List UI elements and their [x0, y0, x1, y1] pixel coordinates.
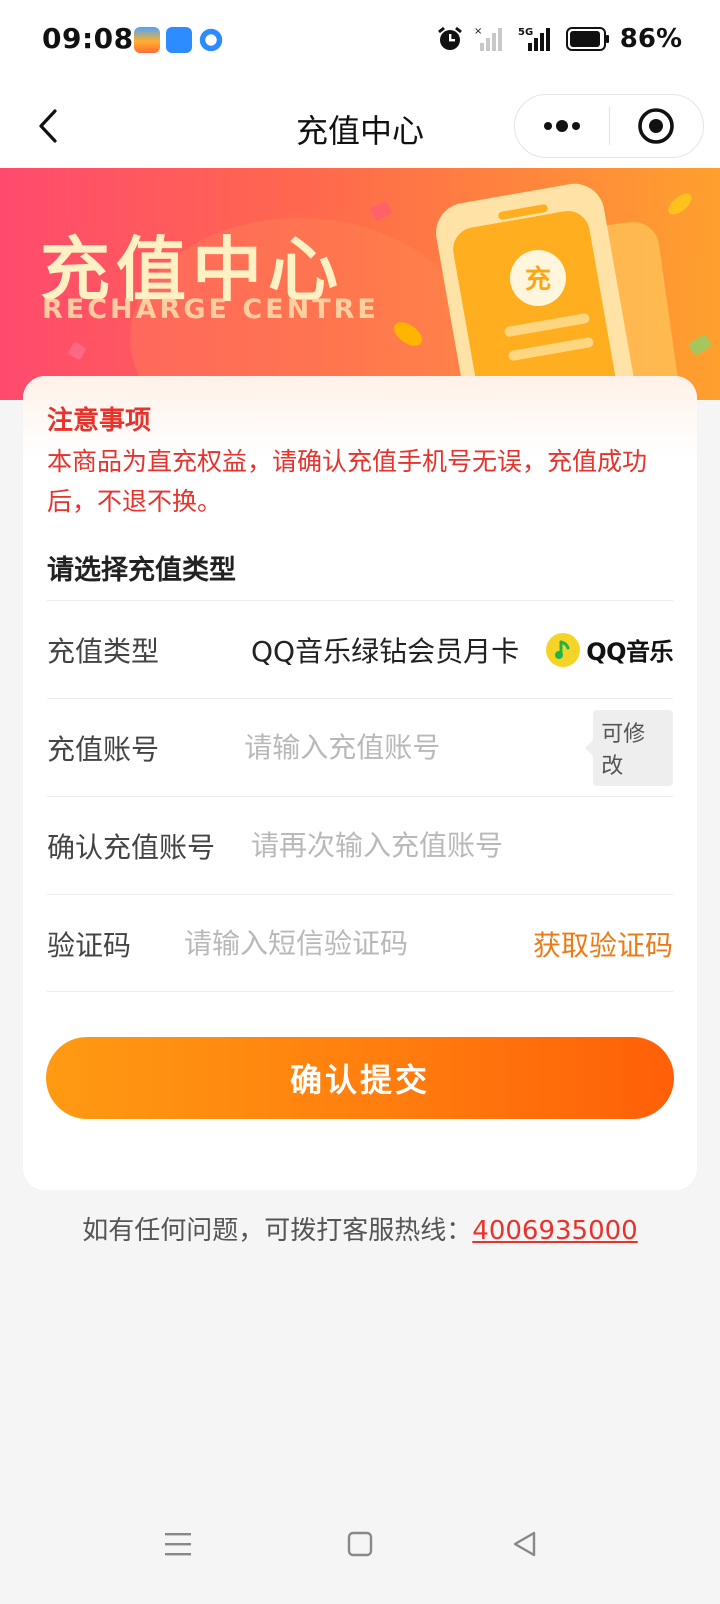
notice-text: 本商品为直充权益，请确认充值手机号无误，充值成功后，不退不换。: [47, 447, 648, 516]
miniprogram-capsule: [514, 94, 704, 158]
svg-text:5G: 5G: [518, 27, 533, 38]
alarm-icon: [437, 26, 462, 50]
verification-code-row: 验证码 获取验证码: [47, 894, 673, 992]
status-indicators: × 5G 86%: [436, 24, 682, 54]
battery-icon: [565, 27, 609, 51]
svg-text:×: ×: [474, 26, 482, 37]
notice-title: 注意事项: [47, 406, 152, 436]
confirm-account-input[interactable]: [251, 829, 673, 862]
target-circle-icon: [638, 108, 675, 144]
browser-app-icon: [198, 27, 224, 53]
more-dots-icon: [543, 120, 580, 132]
banner-subtitle: RECHARGE CENTRE: [42, 294, 379, 325]
qq-music-logo-icon: [546, 632, 581, 667]
more-button[interactable]: [515, 95, 609, 157]
signal-sim1-icon: ×: [474, 26, 502, 51]
square-icon: [347, 1531, 373, 1557]
banner-phone-badge: 充: [525, 264, 551, 295]
xianyu-app-icon: [166, 27, 192, 53]
status-bar: 09:08 × 5G 86%: [0, 0, 720, 84]
triangle-back-icon: [513, 1531, 536, 1557]
section-title: 请选择充值类型: [47, 555, 236, 586]
recharge-type-value: QQ音乐绿钻会员月卡: [251, 634, 520, 668]
recharge-type-label: 充值类型: [47, 634, 160, 668]
form-bottom-divider: [47, 991, 673, 992]
battery-percent: 86%: [619, 24, 682, 54]
recent-apps-button[interactable]: [158, 1524, 198, 1564]
close-miniprogram-button[interactable]: [610, 95, 704, 157]
verification-code-label: 验证码: [47, 928, 132, 962]
signal-5g-icon: 5G: [518, 27, 550, 51]
system-navigation-bar: [0, 1484, 720, 1604]
recharge-banner: 充 充值中心 RECHARGE CENTRE: [0, 168, 720, 400]
verification-code-input[interactable]: [183, 927, 533, 960]
hotline-number-link[interactable]: 4006935000: [472, 1216, 637, 1246]
qq-music-brand-text: QQ音乐: [586, 638, 673, 666]
status-time: 09:08: [42, 22, 134, 55]
account-row: 充值账号 可修改: [47, 698, 673, 796]
hotline-text: 如有任何问题，可拨打客服热线：: [82, 1216, 473, 1246]
menu-lines-icon: [165, 1533, 191, 1556]
account-input[interactable]: [244, 731, 594, 764]
home-button[interactable]: [340, 1524, 380, 1564]
system-back-button[interactable]: [504, 1524, 544, 1564]
account-label: 充值账号: [47, 732, 160, 766]
status-app-icons: [134, 27, 224, 53]
confirm-account-row: 确认充值账号: [47, 796, 673, 894]
qq-music-brand: QQ音乐: [546, 632, 673, 667]
submit-button[interactable]: 确认提交: [46, 1037, 674, 1119]
recharge-form-card: 注意事项 本商品为直充权益，请确认充值手机号无误，充值成功后，不退不换。 请选择…: [23, 376, 697, 1190]
title-bar: 充值中心: [0, 84, 720, 168]
customer-service-hotline: 如有任何问题，可拨打客服热线：4006935000: [0, 1210, 720, 1247]
editable-badge: 可修改: [585, 709, 673, 786]
recharge-type-row[interactable]: 充值类型 QQ音乐绿钻会员月卡 QQ音乐: [47, 600, 673, 698]
confirm-account-label: 确认充值账号: [47, 830, 216, 864]
get-code-button[interactable]: 获取验证码: [533, 924, 673, 964]
wallet-app-icon: [134, 27, 160, 53]
